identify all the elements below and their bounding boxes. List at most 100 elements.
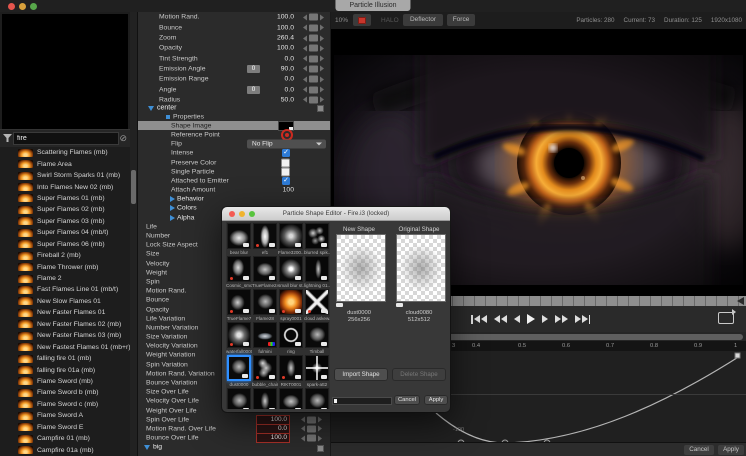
stepper-right-icon[interactable] [318, 435, 322, 442]
value-stepper[interactable] [303, 44, 324, 52]
row-intense[interactable]: Intense ✓ [138, 149, 330, 158]
stepper-slider-icon[interactable] [307, 434, 316, 442]
minimize-window-icon[interactable] [19, 3, 26, 10]
parameter-row[interactable]: Opacity 100.0 [138, 43, 330, 53]
parameter-row[interactable]: Tint Strength 0.0 [138, 53, 330, 63]
stepper-slider-icon[interactable] [309, 34, 318, 42]
parameter-row[interactable]: Emission Angle 0 90.0 [138, 64, 330, 74]
parameter-row[interactable]: Bounce 100.0 [138, 23, 330, 33]
list-item[interactable]: Super Flames 03 (mb) [0, 216, 130, 227]
stepper-slider-icon[interactable] [309, 13, 318, 21]
search-input[interactable] [13, 132, 119, 145]
scrollbar-thumb[interactable] [131, 170, 136, 204]
stepper-slider-icon[interactable] [309, 75, 318, 83]
list-item[interactable]: Flame 2 [0, 273, 130, 284]
parameter-value[interactable]: 100.0 [277, 14, 294, 21]
list-item[interactable]: Flame Sword c (mb) [0, 399, 130, 410]
list-item[interactable]: Super Flames 04 (mb/t) [0, 227, 130, 238]
parameter-value[interactable]: 260.4 [277, 35, 294, 42]
dialog-apply-button[interactable]: Apply [424, 395, 448, 405]
stepper-right-icon[interactable] [318, 425, 322, 432]
tree-node-properties[interactable]: Properties [138, 112, 330, 121]
flip-dropdown[interactable]: No Flip [247, 139, 326, 149]
shape-cell[interactable] [305, 223, 329, 249]
stepper-slider-icon[interactable] [309, 86, 318, 94]
shape-cell[interactable] [279, 289, 303, 315]
shape-cell[interactable] [305, 289, 329, 315]
emitter-button[interactable] [353, 14, 371, 26]
preserve-color-checkbox[interactable] [281, 158, 290, 168]
shape-cell[interactable] [279, 223, 303, 249]
stepper-right-icon[interactable] [320, 45, 324, 52]
stepper-right-icon[interactable] [320, 55, 324, 62]
stepper-right-icon[interactable] [320, 76, 324, 83]
value-stepper[interactable] [303, 75, 324, 83]
clear-search-icon[interactable]: ⊘ [119, 133, 127, 143]
stepper-right-icon[interactable] [320, 96, 324, 103]
stepper-slider-icon[interactable] [309, 65, 318, 73]
stepper-left-icon[interactable] [303, 86, 307, 93]
stepper-left-icon[interactable] [303, 55, 307, 62]
stepper-right-icon[interactable] [318, 416, 322, 423]
attach-amount-value[interactable]: 100 [283, 187, 294, 194]
shape-cell[interactable] [279, 256, 303, 282]
list-item[interactable]: Flame Sword E [0, 422, 130, 433]
value-stepper[interactable] [301, 416, 322, 424]
parameter-row[interactable]: Motion Rand. 100.0 [138, 12, 330, 22]
stepper-left-icon[interactable] [303, 24, 307, 31]
row-flip[interactable]: Flip No Flip [138, 139, 330, 149]
stepper-slider-icon[interactable] [309, 44, 318, 52]
row-single-particle[interactable]: Single Particle [138, 167, 330, 177]
parameter-row[interactable]: Bounce Over Life 100.0 [138, 433, 330, 444]
list-item[interactable]: Campfire 01a (mb) [0, 444, 130, 455]
stepper-right-icon[interactable] [320, 24, 324, 31]
disclosure-triangle-icon[interactable] [170, 196, 175, 203]
dialog-title-bar[interactable]: Particle Shape Editor - Fire.i3 (locked) [222, 207, 450, 221]
tree-node-big[interactable]: big [138, 443, 330, 452]
list-item[interactable]: Flame Sword b (mb) [0, 387, 130, 398]
shape-cell[interactable] [305, 388, 329, 409]
stepper-slider-icon[interactable] [307, 425, 316, 433]
list-item[interactable]: New Slow Flames 01 [0, 296, 130, 307]
single-particle-checkbox[interactable] [281, 167, 290, 177]
apply-button[interactable]: Apply [718, 445, 744, 455]
row-shape-image[interactable]: Shape Image [138, 120, 330, 131]
shape-cell[interactable] [253, 256, 277, 282]
stepper-slider-icon[interactable] [307, 416, 316, 424]
row-reference-point[interactable]: Reference Point [138, 128, 330, 141]
list-item[interactable]: New Faster Flames 02 (mb) [0, 319, 130, 330]
value-stepper[interactable] [303, 13, 324, 21]
list-item[interactable]: Scattering Flames (mb) [0, 147, 130, 158]
stepper-slider-icon[interactable] [309, 24, 318, 32]
list-item[interactable]: Super Flames 01 (mb) [0, 193, 130, 204]
list-item[interactable]: Flame Sword (mb) [0, 376, 130, 387]
stepper-left-icon[interactable] [301, 425, 305, 432]
stepper-left-icon[interactable] [303, 35, 307, 42]
shape-cell-selected[interactable] [227, 355, 251, 381]
disclosure-triangle-icon[interactable] [170, 214, 175, 221]
close-window-icon[interactable] [8, 3, 15, 10]
dialog-cancel-button[interactable]: Cancel [394, 395, 420, 405]
fast-rewind-button[interactable] [493, 310, 507, 328]
shape-cell[interactable] [279, 355, 303, 381]
value-stepper[interactable] [303, 86, 324, 94]
parameter-value[interactable]: 100.0 [277, 45, 294, 52]
force-button[interactable]: Force [447, 14, 475, 26]
list-item[interactable]: Super Flames 02 (mb) [0, 204, 130, 215]
shape-cell[interactable] [305, 355, 329, 381]
shape-cell[interactable] [279, 322, 303, 348]
shape-cell[interactable] [253, 322, 277, 348]
playhead-marker[interactable] [737, 297, 744, 305]
stepper-right-icon[interactable] [320, 35, 324, 42]
row-attached-to-emitter[interactable]: Attached to Emitter ✓ [138, 176, 330, 185]
parameter-value[interactable]: 90.0 [281, 65, 294, 72]
stepper-slider-icon[interactable] [309, 55, 318, 63]
attached-to-emitter-checkbox[interactable]: ✓ [282, 176, 290, 185]
parameter-value[interactable]: 100.0 [277, 24, 294, 31]
list-item[interactable]: Swirl Storm Sparks 01 (mb) [0, 170, 130, 181]
stepper-left-icon[interactable] [303, 76, 307, 83]
parameter-row[interactable]: Motion Rand. Over Life 0.0 [138, 423, 330, 434]
list-item[interactable]: New Faster Flames 01 [0, 307, 130, 318]
list-item[interactable]: Into Flames New 02 (mb) [0, 181, 130, 192]
grid-icon[interactable] [317, 444, 324, 452]
